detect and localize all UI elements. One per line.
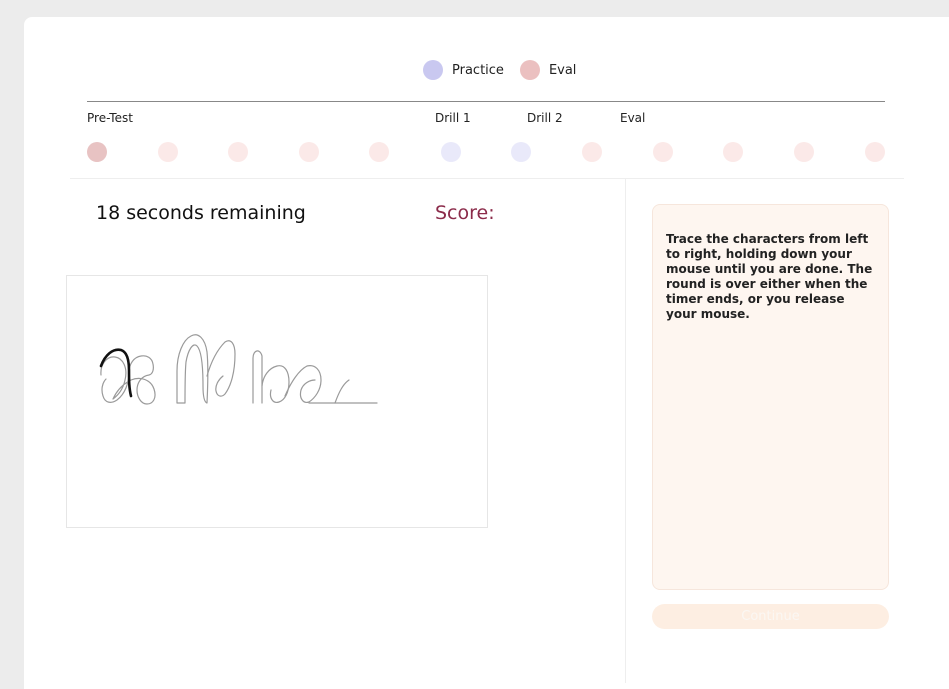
step-dot-8 — [582, 142, 602, 162]
score-label: Score: — [435, 202, 495, 224]
eval-swatch — [519, 60, 540, 80]
step-dot-12 — [865, 142, 885, 162]
progress-line — [87, 101, 885, 102]
step-dot-3 — [228, 142, 248, 162]
step-dot-1 — [87, 142, 107, 162]
continue-button[interactable]: Continue — [652, 604, 889, 629]
instructions-text: Trace the characters from left to right,… — [666, 232, 873, 321]
panel-divider — [625, 179, 626, 683]
step-dot-9 — [653, 142, 673, 162]
legend-practice: Practice — [423, 60, 504, 80]
legend-eval-label: Eval — [548, 62, 577, 78]
timer-text: 18 seconds remaining — [96, 202, 306, 224]
stage-label-drill-2: Drill 2 — [527, 111, 563, 125]
stage-label-eval: Eval — [620, 111, 646, 125]
step-dot-5 — [369, 142, 389, 162]
practice-swatch — [423, 60, 443, 80]
instructions-panel: Trace the characters from left to right,… — [652, 204, 889, 590]
step-dot-4 — [299, 142, 319, 162]
legend-practice-label: Practice — [452, 62, 504, 78]
tracing-canvas[interactable] — [66, 275, 488, 528]
legend: Practice Eval — [423, 60, 592, 80]
task-card: Practice Eval Pre-Test Drill 1 Drill 2 E… — [24, 17, 949, 689]
character-outline — [99, 334, 378, 405]
stage-label-pretest: Pre-Test — [87, 111, 133, 125]
header-divider — [70, 178, 904, 179]
step-dot-2 — [158, 142, 178, 162]
legend-eval: Eval — [519, 60, 577, 80]
step-dot-7 — [511, 142, 531, 162]
stage-label-drill-1: Drill 1 — [435, 111, 471, 125]
step-dot-11 — [794, 142, 814, 162]
step-dot-10 — [723, 142, 743, 162]
step-dot-6 — [441, 142, 461, 162]
